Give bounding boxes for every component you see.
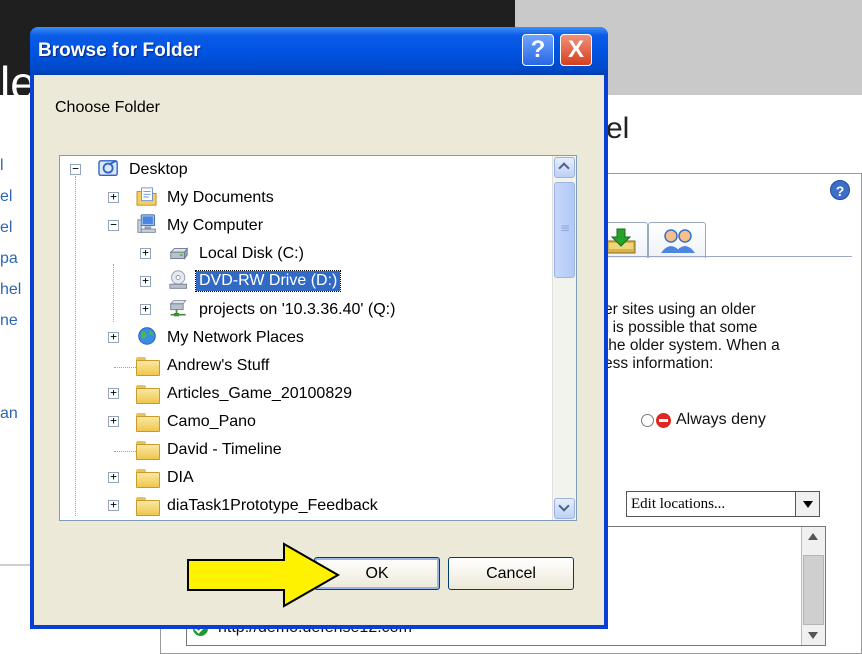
tree-item-folder[interactable]: + Camo_Pano [60, 408, 550, 436]
tree-item-label-selected: DVD-RW Drive (D:) [194, 270, 342, 292]
tree-item-my-computer[interactable]: − My Computer [60, 212, 550, 240]
tree-item-local-disk[interactable]: + Local Disk (C:) [60, 240, 550, 268]
folder-icon [136, 385, 160, 404]
browse-for-folder-dialog: Browse for Folder ? X Choose Folder − De… [30, 27, 608, 629]
deny-icon [656, 412, 671, 428]
expand-icon[interactable]: + [140, 303, 151, 315]
folder-tree[interactable]: − Desktop + My Documents − My Computer +… [59, 155, 577, 521]
list-scrollbar[interactable] [801, 527, 825, 645]
tree-item-label: diaTask1Prototype_Feedback [167, 497, 378, 514]
cancel-button[interactable]: Cancel [448, 557, 574, 590]
expand-icon[interactable]: + [140, 275, 151, 287]
expand-icon[interactable]: + [108, 415, 119, 427]
tree-item-desktop[interactable]: − Desktop [60, 156, 550, 184]
description-line: er sites using an older [604, 301, 756, 318]
help-button[interactable]: ? [522, 34, 554, 66]
tree-item-label: Articles_Game_20100829 [167, 385, 353, 402]
expand-icon[interactable]: + [108, 387, 119, 399]
expand-icon[interactable]: + [108, 331, 119, 343]
edit-locations-select[interactable]: Edit locations... [626, 491, 820, 517]
tree-item-label: My Computer [167, 217, 264, 234]
hard-disk-icon [169, 247, 189, 260]
background-panel-title: el [606, 112, 630, 145]
tree-item-folder[interactable]: + diaTask1Prototype_Feedback [60, 492, 550, 520]
folder-icon [136, 497, 160, 516]
tree-item-label: projects on '10.3.36.40' (Q:) [199, 301, 396, 318]
tree-item-label: Camo_Pano [167, 413, 256, 430]
scroll-up-icon[interactable] [554, 157, 575, 178]
folder-icon [136, 413, 160, 432]
tree-item-my-documents[interactable]: + My Documents [60, 184, 550, 212]
tree-item-folder[interactable]: + Articles_Game_20100829 [60, 380, 550, 408]
folder-icon [136, 469, 160, 488]
folder-icon [136, 357, 160, 376]
my-documents-icon [136, 187, 157, 206]
tree-item-folder[interactable]: + DIA [60, 464, 550, 492]
collapse-icon[interactable]: − [108, 219, 119, 231]
scroll-down-icon[interactable] [554, 498, 575, 519]
description-line: t is possible that some [604, 319, 758, 336]
tree-item-label: Desktop [129, 161, 188, 178]
tab-users[interactable] [648, 222, 706, 258]
background-description: er sites using an older t is possible th… [604, 301, 844, 373]
dvd-drive-icon [169, 270, 187, 289]
tab-baseline [590, 256, 852, 257]
tree-item-label: My Documents [167, 189, 274, 206]
dropdown-arrow-icon[interactable] [795, 492, 819, 516]
network-drive-icon [169, 300, 187, 317]
expand-icon[interactable]: + [108, 471, 119, 483]
tree-item-dvd-drive[interactable]: + DVD-RW Drive (D:) [60, 268, 550, 296]
scroll-up-arrow-icon[interactable] [802, 527, 825, 547]
scroll-thumb[interactable] [803, 555, 824, 625]
network-places-icon [138, 327, 156, 345]
choose-folder-label: Choose Folder [55, 99, 160, 116]
tree-item-label: My Network Places [167, 329, 304, 346]
tree-item-folder[interactable]: Andrew's Stuff [60, 352, 550, 380]
tree-item-label: David - Timeline [167, 441, 282, 458]
expand-icon[interactable]: + [108, 191, 119, 203]
tree-item-folder[interactable]: David - Timeline [60, 436, 550, 464]
dialog-title: Browse for Folder [38, 40, 201, 61]
help-icon[interactable]: ? [830, 180, 850, 200]
description-line: the older system. When a [604, 337, 780, 354]
tree-item-network-drive[interactable]: + projects on '10.3.36.40' (Q:) [60, 296, 550, 324]
tree-item-label: DIA [167, 469, 194, 486]
description-line: ess information: [604, 355, 714, 372]
desktop-icon [98, 160, 118, 177]
download-tray-icon [606, 228, 636, 254]
collapse-icon[interactable]: − [70, 163, 81, 175]
folder-icon [136, 441, 160, 460]
tree-item-my-network-places[interactable]: + My Network Places [60, 324, 550, 352]
always-deny-label: Always deny [676, 411, 766, 428]
scroll-thumb[interactable] [554, 182, 575, 278]
tree-item-label: Local Disk (C:) [199, 245, 304, 262]
expand-icon[interactable]: + [108, 499, 119, 511]
radio-button[interactable] [641, 413, 654, 427]
tree-scrollbar[interactable] [552, 156, 576, 520]
always-deny-option[interactable]: Always deny [641, 411, 766, 429]
annotation-arrow-icon [187, 542, 341, 608]
edit-locations-value: Edit locations... [631, 496, 726, 512]
scroll-down-arrow-icon[interactable] [802, 625, 825, 645]
tree-item-label: Andrew's Stuff [167, 357, 270, 374]
dialog-titlebar[interactable]: Browse for Folder ? X [30, 27, 608, 75]
users-icon [661, 229, 695, 253]
close-button[interactable]: X [560, 34, 592, 66]
expand-icon[interactable]: + [140, 247, 151, 259]
folder-tree-content: − Desktop + My Documents − My Computer +… [60, 156, 552, 520]
my-computer-icon [137, 214, 156, 233]
